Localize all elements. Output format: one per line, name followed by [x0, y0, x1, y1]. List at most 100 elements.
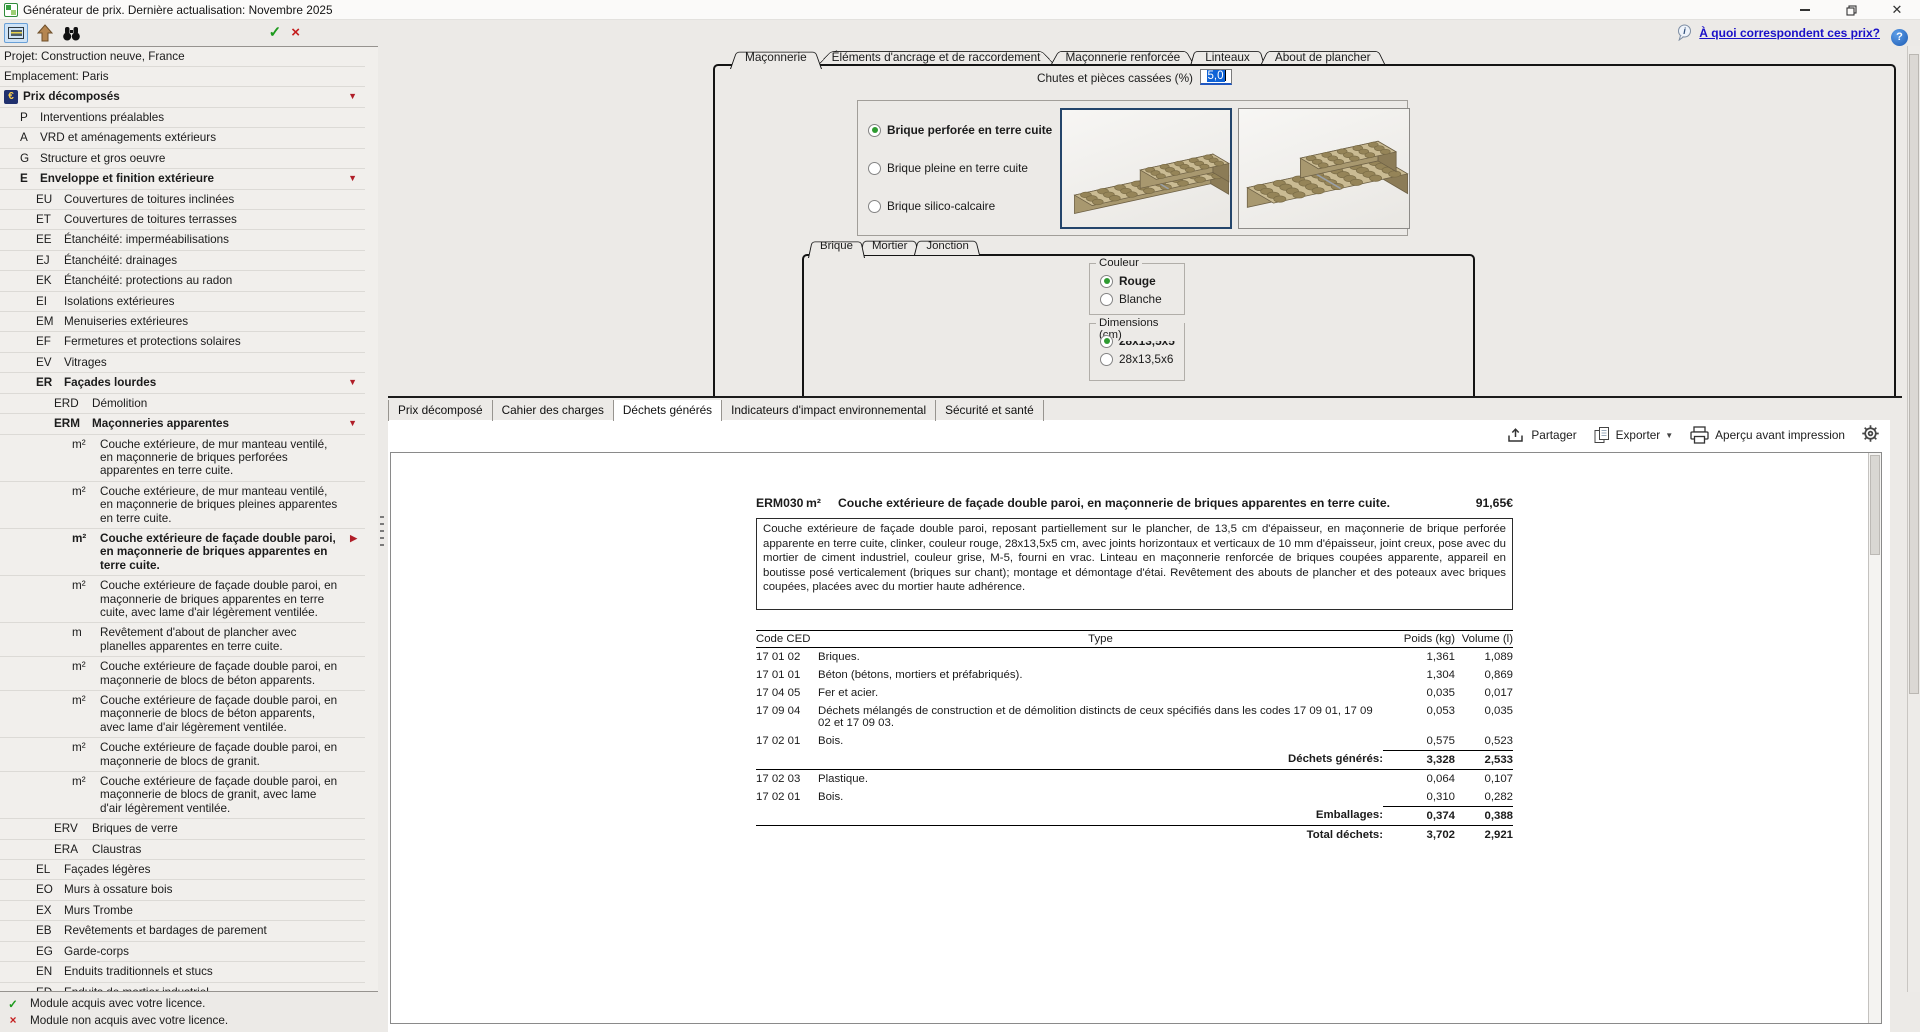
- tree-item[interactable]: EE Étanchéité: imperméabilisations: [0, 230, 365, 251]
- export-icon: [1594, 427, 1609, 443]
- waste-volume: 0,523: [1484, 734, 1513, 747]
- restore-button[interactable]: [1828, 0, 1874, 20]
- tree-item[interactable]: ERV Briques de verre: [0, 819, 365, 840]
- brick-preview-selected[interactable]: [1060, 108, 1232, 229]
- settings-button[interactable]: [1861, 424, 1880, 446]
- detail-view-icon[interactable]: [4, 23, 28, 43]
- tree-item[interactable]: EU Couvertures de toitures inclinées: [0, 190, 365, 211]
- tree-item[interactable]: € Prix décomposés ▼: [0, 87, 365, 108]
- waste-row: 17 04 05 Fer et acier. 0,035 0,017: [756, 684, 1513, 702]
- tree-item[interactable]: ET Couvertures de toitures terrasses: [0, 210, 365, 231]
- price-explanation-link[interactable]: À quoi correspondent ces prix?: [1699, 26, 1880, 40]
- tree-item[interactable]: m² Couche extérieure, de mur manteau vent…: [0, 482, 365, 529]
- subtab-brique[interactable]: Brique: [808, 239, 865, 255]
- euro-icon: €: [4, 90, 18, 104]
- waste-perc: input[interactable]: 5,0: [1200, 69, 1232, 85]
- tree-item[interactable]: EO Murs à ossature bois: [0, 880, 365, 901]
- waste-table-header: Code CED Type Poids (kg) Volume (l): [756, 629, 1513, 648]
- tree-item-label: Garde-corps: [64, 944, 129, 958]
- tree-item[interactable]: EX Murs Trombe: [0, 901, 365, 922]
- license-legend: ✓ Module acquis avec votre licence. × Modul…: [0, 992, 378, 1032]
- radio-label: 28x13,5x6: [1119, 352, 1174, 366]
- minimize-button[interactable]: [1782, 0, 1828, 20]
- tree-item[interactable]: G Structure et gros oeuvre: [0, 149, 365, 170]
- tab-ma-onnerie[interactable]: Maçonnerie: [730, 49, 822, 66]
- brick-type-radio[interactable]: Brique pleine en terre cuite: [868, 161, 1058, 175]
- document-scrollbar[interactable]: [1868, 453, 1881, 1023]
- print-preview-button[interactable]: Aperçu avant impression: [1689, 426, 1845, 444]
- tree-item-code: m: [72, 626, 82, 640]
- brick-type-radio[interactable]: Brique perforée en terre cuite: [868, 123, 1058, 137]
- tree-item-selected[interactable]: m² Couche extérieure de façade double par…: [0, 529, 365, 577]
- tree-item[interactable]: EV Vitrages: [0, 353, 365, 374]
- tree-item-code: A: [20, 131, 28, 145]
- results-tab-s-curit-et-sant-[interactable]: Sécurité et santé: [936, 400, 1044, 421]
- tree-item[interactable]: EM Menuiseries extérieures: [0, 312, 365, 333]
- tree-item[interactable]: EI Isolations extérieures: [0, 292, 365, 313]
- subtab-jonction[interactable]: Jonction: [914, 239, 980, 255]
- waste-total-row: Total déchets: 3,702 2,921: [756, 825, 1513, 844]
- tree-item[interactable]: EK Étanchéité: protections au radon: [0, 271, 365, 292]
- tree-item[interactable]: EF Fermetures et protections solaires: [0, 332, 365, 353]
- results-tab-prix-d-compos-[interactable]: Prix décomposé: [388, 400, 493, 421]
- color-radio[interactable]: Blanche: [1090, 290, 1184, 308]
- brick-type-radio[interactable]: Brique silico-calcaire: [868, 199, 1058, 213]
- export-button[interactable]: Exporter ▼: [1593, 426, 1673, 444]
- tree-item[interactable]: EL Façades légères: [0, 860, 365, 881]
- tree-item[interactable]: EG Garde-corps: [0, 942, 365, 963]
- cancel-icon[interactable]: ×: [291, 24, 300, 41]
- tree-item[interactable]: EN Enduits traditionnels et stucs: [0, 962, 365, 983]
- tree-item[interactable]: P Interventions préalables: [0, 108, 365, 129]
- print-preview-label: Aperçu avant impression: [1715, 428, 1845, 442]
- tree-item[interactable]: ER Façades lourdes ▼: [0, 373, 365, 394]
- share-button[interactable]: Partager: [1506, 427, 1577, 444]
- waste-code: 17 04 05: [756, 686, 801, 699]
- waste-type: Fer et acier.: [818, 686, 879, 699]
- tree-item[interactable]: EB Revêtements et bardages de parement: [0, 921, 365, 942]
- close-button[interactable]: ✕: [1874, 0, 1920, 20]
- up-level-icon[interactable]: [36, 23, 54, 43]
- results-tab-indicateurs-d-impact-environnemental[interactable]: Indicateurs d'impact environnemental: [722, 400, 937, 421]
- tree-item[interactable]: m² Couche extérieure de façade double par…: [0, 691, 365, 739]
- results-tab-cahier-des-charges[interactable]: Cahier des charges: [493, 400, 614, 421]
- document-scrollbar-thumb[interactable]: [1870, 455, 1880, 555]
- tree-item[interactable]: EJ Étanchéité: drainages: [0, 251, 365, 272]
- tree-item[interactable]: m² Couche extérieure de façade double par…: [0, 738, 365, 773]
- tree-item[interactable]: ERA Claustras: [0, 840, 365, 861]
- tree-item[interactable]: ED Enduits de mortier industriel: [0, 983, 365, 992]
- tree-item[interactable]: m² Couche extérieure de façade double par…: [0, 657, 365, 691]
- tree-item[interactable]: ERM Maçonneries apparentes ▼: [0, 414, 365, 435]
- search-binoculars-icon[interactable]: [62, 25, 81, 42]
- tree-item[interactable]: m Revêtement d'about de plancher avec pla…: [0, 623, 365, 658]
- dimension-radio[interactable]: 28x13,5x6: [1090, 350, 1184, 368]
- radio-icon: [1100, 274, 1113, 288]
- tab-label: Brique: [820, 240, 853, 252]
- radio-label: Brique pleine en terre cuite: [887, 161, 1028, 175]
- tree-item-label: Couche extérieure, de mur manteau ventil…: [100, 484, 338, 525]
- radio-icon: [1100, 352, 1113, 366]
- waste-volume: 0,869: [1484, 668, 1513, 681]
- waste-volume: 0,035: [1484, 704, 1513, 717]
- tree-item[interactable]: A VRD et aménagements extérieurs: [0, 128, 365, 149]
- radio-label: Brique perforée en terre cuite: [887, 123, 1053, 137]
- help-button[interactable]: ?: [1891, 29, 1908, 46]
- expand-triangle-icon: ▼: [348, 91, 357, 101]
- color-radio[interactable]: Rouge: [1090, 272, 1184, 290]
- waste-volume: 0,282: [1484, 790, 1513, 803]
- accept-icon[interactable]: ✓: [269, 23, 282, 41]
- brick-preview-alt[interactable]: [1238, 108, 1410, 229]
- results-tab-d-chets-g-n-r-s[interactable]: Déchets générés: [613, 400, 723, 421]
- tree-item[interactable]: ERD Démolition: [0, 394, 365, 415]
- tree-item[interactable]: E Enveloppe et finition extérieure ▼: [0, 169, 365, 190]
- tab-label: About de plancher: [1274, 50, 1371, 64]
- waste-row: 17 09 04 Déchets mélangés de construction…: [756, 702, 1513, 732]
- waste-label: Chutes et pièces cassées (%): [1036, 71, 1193, 85]
- tree-item-label: Couche extérieure, de mur manteau ventil…: [100, 437, 328, 478]
- tree-item[interactable]: m² Couche extérieure de façade double par…: [0, 576, 365, 624]
- expand-triangle-icon: ▼: [348, 173, 357, 184]
- tree-item[interactable]: m² Couche extérieure, de mur manteau vent…: [0, 435, 365, 482]
- tree-item-label: Enduits traditionnels et stucs: [64, 965, 213, 979]
- tree-item-code: EE: [36, 233, 52, 247]
- tree-item[interactable]: m² Couche extérieure de façade double par…: [0, 772, 365, 820]
- subtab-mortier[interactable]: Mortier: [860, 239, 919, 255]
